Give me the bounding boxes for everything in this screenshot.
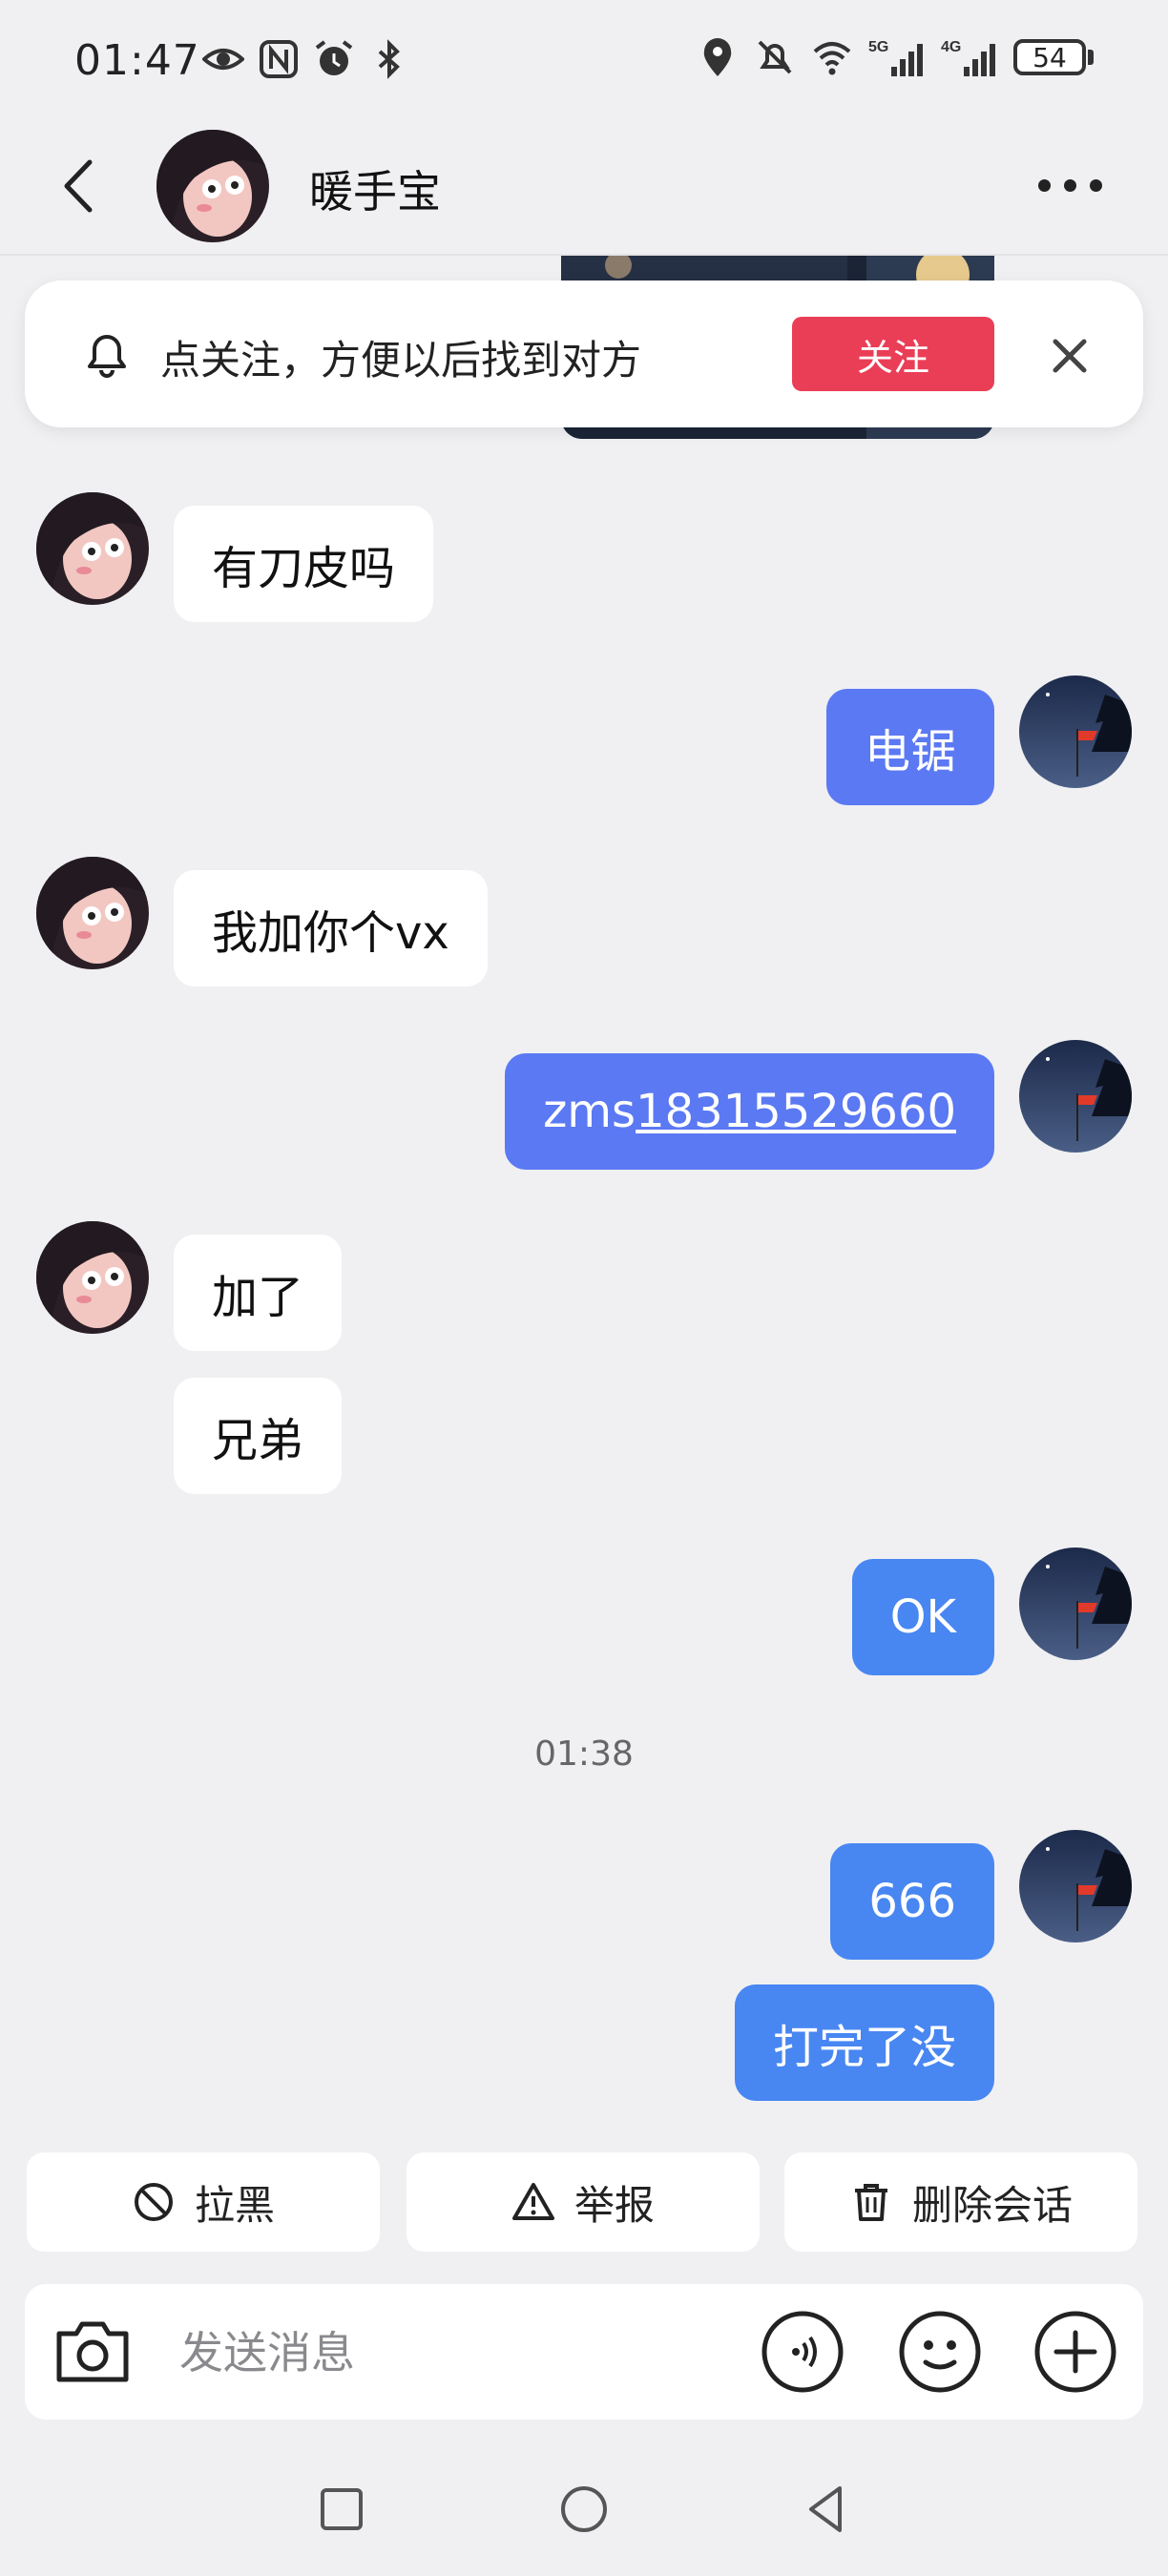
my-avatar[interactable] — [1019, 675, 1132, 788]
status-icons-left — [202, 38, 410, 80]
4g-signal-icon: 4G — [941, 39, 995, 76]
nfc-icon — [260, 40, 298, 78]
follow-button[interactable]: 关注 — [792, 317, 994, 391]
message-input[interactable] — [177, 2313, 754, 2393]
contact-name: 暖手宝 — [309, 166, 441, 218]
message-bubble-outgoing[interactable]: 电锯 — [825, 689, 994, 805]
warning-icon — [511, 2183, 554, 2220]
svg-text:5G: 5G — [868, 39, 888, 55]
bell-icon — [88, 335, 126, 378]
emoji-icon[interactable] — [897, 2309, 983, 2395]
battery-level: 54 — [1013, 39, 1086, 75]
recents-icon[interactable] — [313, 2481, 370, 2538]
location-icon — [703, 38, 732, 76]
bluetooth-icon — [378, 39, 400, 79]
report-label: 举报 — [574, 2181, 655, 2229]
more-options-icon[interactable] — [1038, 168, 1115, 202]
block-icon — [134, 2183, 173, 2221]
contact-avatar[interactable] — [156, 130, 269, 242]
5g-signal-icon: 5G — [868, 39, 923, 76]
my-avatar[interactable] — [1019, 1548, 1132, 1660]
nav-back-icon[interactable] — [798, 2481, 855, 2538]
block-label: 拉黑 — [194, 2181, 275, 2229]
my-avatar[interactable] — [1019, 1040, 1132, 1153]
contact-avatar[interactable] — [36, 857, 149, 969]
status-time: 01:47 — [74, 36, 200, 85]
message-bubble-incoming[interactable]: 有刀皮吗 — [174, 506, 434, 622]
follow-banner: 点关注，方便以后找到对方 关注 — [25, 280, 1143, 427]
battery-icon: 54 — [1013, 39, 1094, 75]
delete-conversation-label: 删除会话 — [911, 2181, 1073, 2229]
contact-avatar[interactable] — [36, 492, 149, 605]
plus-icon[interactable] — [1032, 2309, 1118, 2395]
back-arrow-icon[interactable] — [52, 153, 109, 219]
close-icon[interactable] — [1044, 330, 1095, 382]
message-text: zms — [543, 1085, 636, 1138]
camera-icon[interactable] — [52, 2313, 134, 2389]
delete-conversation-button[interactable]: 删除会话 — [784, 2152, 1137, 2252]
message-bubble-incoming[interactable]: 我加你个vx — [174, 870, 488, 987]
alarm-icon — [315, 40, 353, 75]
phone-number-link[interactable]: 18315529660 — [636, 1085, 956, 1138]
message-bubble-outgoing[interactable]: zms 18315529660 — [505, 1053, 994, 1170]
message-input-bar — [25, 2284, 1143, 2420]
follow-banner-text: 点关注，方便以后找到对方 — [160, 337, 642, 384]
status-icons-right: 5G 4G 54 — [697, 36, 1094, 78]
eye-icon — [202, 49, 244, 70]
message-bubble-incoming[interactable]: 兄弟 — [174, 1378, 343, 1494]
message-bubble-outgoing[interactable]: OK — [851, 1559, 994, 1675]
my-avatar[interactable] — [1019, 1830, 1132, 1942]
message-bubble-incoming[interactable]: 加了 — [174, 1235, 343, 1351]
home-icon[interactable] — [555, 2481, 613, 2538]
contact-avatar[interactable] — [36, 1221, 149, 1334]
message-bubble-outgoing[interactable]: 666 — [830, 1843, 994, 1960]
report-button[interactable]: 举报 — [407, 2152, 760, 2252]
timestamp-divider: 01:38 — [534, 1735, 634, 1774]
message-bubble-outgoing[interactable]: 打完了没 — [734, 1984, 994, 2101]
mute-icon — [758, 40, 792, 74]
voice-icon[interactable] — [760, 2309, 845, 2395]
wifi-icon — [813, 42, 851, 75]
trash-icon — [854, 2184, 887, 2221]
block-button[interactable]: 拉黑 — [27, 2152, 380, 2252]
svg-text:4G: 4G — [941, 39, 961, 55]
